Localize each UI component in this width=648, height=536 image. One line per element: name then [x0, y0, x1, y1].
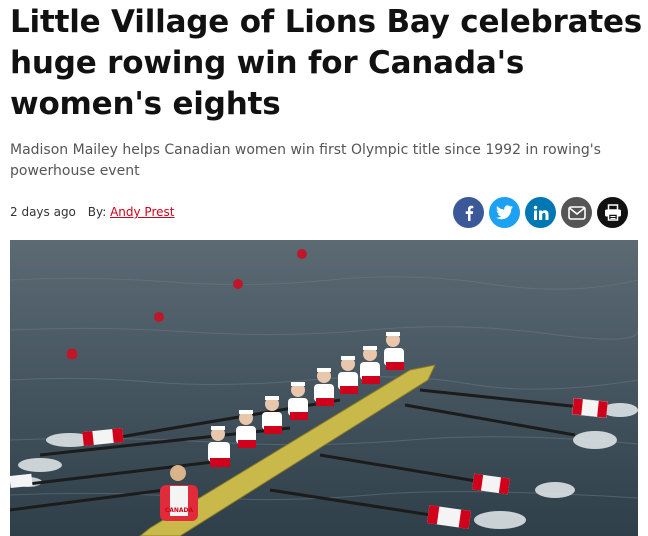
- article-meta: 2 days ago By: Andy Prest: [10, 204, 174, 220]
- article-photo: CANADA: [10, 240, 638, 536]
- author-link[interactable]: Andy Prest: [110, 205, 174, 219]
- article-page: Little Village of Lions Bay celebrates h…: [0, 0, 648, 536]
- print-icon: [604, 204, 621, 221]
- share-facebook-button[interactable]: [453, 197, 484, 228]
- rowing-photo: CANADA: [10, 240, 638, 536]
- article-timestamp: 2 days ago: [10, 205, 76, 219]
- twitter-icon: [496, 205, 513, 220]
- article-headline: Little Village of Lions Bay celebrates h…: [10, 4, 643, 122]
- facebook-icon: [465, 205, 473, 221]
- coxswain-shirt-text: CANADA: [165, 507, 194, 514]
- email-icon: [567, 205, 586, 220]
- share-email-button[interactable]: [561, 197, 592, 228]
- linkedin-icon: [533, 205, 548, 220]
- share-twitter-button[interactable]: [489, 197, 520, 228]
- article-subheadline: Madison Mailey helps Canadian women win …: [10, 142, 601, 179]
- print-button[interactable]: [597, 197, 628, 228]
- share-bar: [453, 197, 628, 228]
- byline-prefix: By:: [87, 205, 107, 219]
- share-linkedin-button[interactable]: [525, 197, 556, 228]
